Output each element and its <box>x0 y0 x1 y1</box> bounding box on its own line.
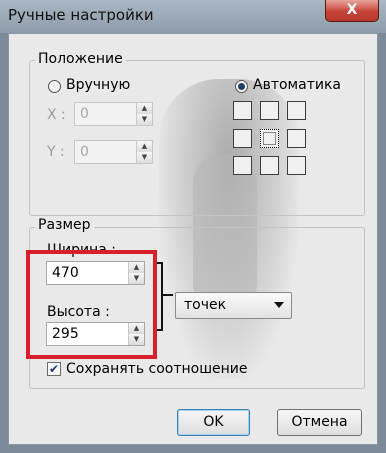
align-top-right[interactable] <box>287 101 306 120</box>
window-title: Ручные настройки <box>8 6 154 24</box>
size-group-label: Размер <box>35 217 94 233</box>
auto-radio-label: Автоматика <box>253 77 341 93</box>
align-bottom-right[interactable] <box>287 156 306 175</box>
manual-radio[interactable] <box>48 80 61 93</box>
align-center[interactable] <box>260 129 279 148</box>
keep-ratio-checkbox[interactable]: ✔ <box>47 362 61 376</box>
align-middle-left[interactable] <box>233 129 252 148</box>
annotation-highlight-box <box>26 250 157 359</box>
auto-radio[interactable] <box>235 80 248 93</box>
unit-select[interactable]: точек <box>175 292 292 319</box>
spin-down-icon[interactable]: ▼ <box>137 152 152 163</box>
x-label: X : <box>47 107 66 123</box>
align-bottom-left[interactable] <box>233 156 252 175</box>
checkmark-icon: ✔ <box>48 362 60 376</box>
align-bottom-center[interactable] <box>260 156 279 175</box>
y-spinbox[interactable]: 0 ▲ ▼ <box>74 140 153 164</box>
unit-select-value: точек <box>184 297 227 313</box>
x-spinbox[interactable]: 0 ▲ ▼ <box>74 102 153 126</box>
link-bracket-tick <box>161 294 173 296</box>
align-top-center[interactable] <box>260 101 279 120</box>
chevron-down-icon <box>274 302 284 308</box>
manual-radio-label: Вручную <box>66 77 131 93</box>
y-spinner: ▲ ▼ <box>136 141 152 163</box>
align-top-left[interactable] <box>233 101 252 120</box>
x-spinner: ▲ ▼ <box>136 103 152 125</box>
dialog-window: Ручные настройки X Положение Вручную Авт… <box>0 0 386 453</box>
align-middle-right[interactable] <box>287 129 306 148</box>
close-button[interactable]: X <box>325 0 379 22</box>
dialog-body: Положение Вручную Автоматика X : 0 ▲ ▼ Y… <box>8 33 378 445</box>
position-group-label: Положение <box>35 51 126 67</box>
title-bar[interactable]: Ручные настройки X <box>0 0 386 33</box>
y-value: 0 <box>80 144 89 160</box>
keep-ratio-label: Сохранять соотношение <box>66 361 248 377</box>
cancel-button[interactable]: Отмена <box>277 409 362 436</box>
spin-down-icon[interactable]: ▼ <box>137 114 152 125</box>
y-label: Y : <box>47 144 65 160</box>
ok-button[interactable]: OK <box>177 409 250 436</box>
x-value: 0 <box>80 106 89 122</box>
close-icon: X <box>346 2 358 18</box>
